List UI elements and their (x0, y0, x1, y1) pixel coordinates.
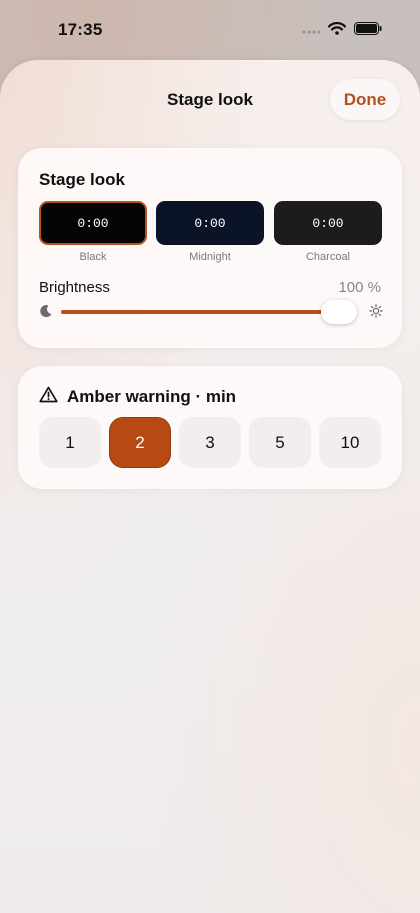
stage-look-sheet: Stage look Done Stage look 0:00 Black 0:… (0, 60, 420, 913)
sun-icon (369, 304, 383, 323)
warning-triangle-icon (39, 386, 58, 408)
done-button[interactable]: Done (330, 79, 400, 120)
amber-warning-header: Amber warning · min (39, 386, 236, 408)
status-bar: 17:35 (0, 0, 420, 58)
brightness-label: Brightness (39, 279, 110, 296)
brightness-value: 100 % (338, 279, 381, 296)
signal-icon (302, 22, 321, 40)
swatch-label-black: Black (79, 251, 107, 263)
swatch-black[interactable]: 0:00 (39, 201, 147, 245)
warning-option-10[interactable]: 10 (319, 417, 381, 468)
swatch-midnight[interactable]: 0:00 (156, 201, 264, 245)
brightness-slider[interactable] (39, 300, 383, 324)
swatch-label-charcoal: Charcoal (305, 251, 351, 263)
slider-thumb[interactable] (321, 300, 357, 324)
battery-icon (354, 22, 382, 40)
swatch-preview-time: 0:00 (194, 215, 226, 231)
swatch-preview-time: 0:00 (312, 215, 344, 231)
warning-option-2[interactable]: 2 (109, 417, 171, 468)
swatch-preview-time: 0:00 (77, 215, 109, 231)
status-time: 17:35 (58, 20, 103, 39)
moon-icon (39, 304, 53, 323)
warning-option-5[interactable]: 5 (249, 417, 311, 468)
status-icons (302, 22, 382, 40)
amber-warning-heading: Amber warning · min (67, 387, 237, 406)
warning-option-1[interactable]: 1 (39, 417, 101, 468)
stage-look-heading: Stage look (39, 170, 125, 189)
warning-option-3[interactable]: 3 (179, 417, 241, 468)
stage-look-card: Stage look 0:00 Black 0:00 Midnight 0:00… (18, 148, 402, 348)
amber-warning-card: Amber warning · min 1 2 3 5 10 (18, 366, 402, 489)
slider-track (61, 300, 357, 324)
swatch-label-midnight: Midnight (189, 251, 231, 263)
slider-fill (61, 310, 357, 314)
wifi-icon (327, 22, 347, 40)
swatch-charcoal[interactable]: 0:00 (274, 201, 382, 245)
